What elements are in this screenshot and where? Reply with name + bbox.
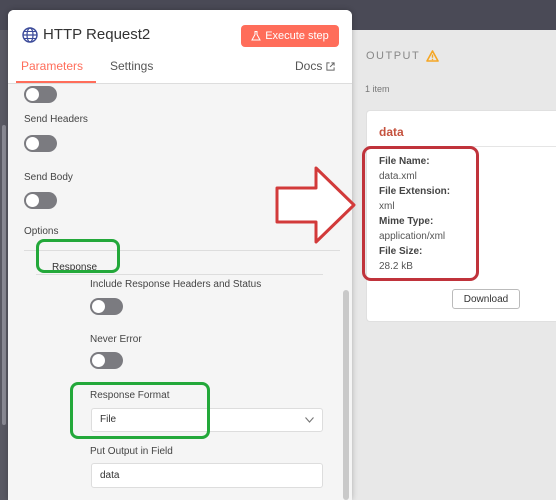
panel-header: HTTP Request2 Execute step Parameters Se…: [8, 10, 352, 85]
canvas-left-edge: [0, 30, 8, 500]
send-headers-toggle[interactable]: [24, 135, 57, 152]
external-link-icon: [326, 61, 335, 71]
put-output-field-input[interactable]: data: [91, 463, 323, 488]
toggle-previous-option[interactable]: [24, 86, 57, 103]
output-heading-label: OUTPUT: [366, 50, 421, 62]
globe-icon: [22, 27, 38, 43]
response-format-highlight: [70, 382, 210, 439]
response-highlight: [36, 239, 120, 273]
parameters-scrollbar[interactable]: [343, 290, 349, 500]
execute-step-label: Execute step: [265, 30, 329, 42]
docs-label: Docs: [295, 59, 323, 73]
docs-link[interactable]: Docs: [295, 59, 335, 73]
flask-icon: [251, 31, 262, 41]
warning-icon: [426, 50, 440, 62]
canvas-scroll-handle[interactable]: [2, 125, 6, 425]
file-info-highlight: [362, 146, 479, 281]
include-headers-label: Include Response Headers and Status: [90, 279, 262, 290]
response-divider: [36, 274, 323, 275]
put-output-value: data: [100, 470, 120, 481]
never-error-label: Never Error: [90, 334, 142, 345]
chevron-down-icon: [305, 417, 314, 423]
binary-property-title: data: [379, 125, 404, 139]
tab-parameters[interactable]: Parameters: [21, 59, 83, 73]
send-body-label: Send Body: [24, 172, 73, 183]
node-title[interactable]: HTTP Request2: [43, 26, 150, 43]
output-items-count: 1 item: [365, 84, 390, 94]
output-heading: OUTPUT: [366, 50, 440, 62]
put-output-label: Put Output in Field: [90, 446, 173, 457]
send-headers-label: Send Headers: [24, 114, 88, 125]
execute-step-button[interactable]: Execute step: [241, 25, 339, 47]
arrow-right-icon: [275, 166, 356, 244]
tab-settings[interactable]: Settings: [110, 59, 153, 73]
options-label: Options: [24, 226, 59, 237]
download-button[interactable]: Download: [452, 289, 520, 309]
include-headers-toggle[interactable]: [90, 298, 123, 315]
never-error-toggle[interactable]: [90, 352, 123, 369]
send-body-toggle[interactable]: [24, 192, 57, 209]
